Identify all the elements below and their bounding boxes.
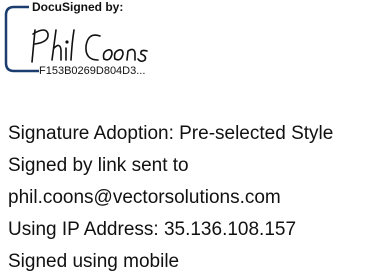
signature-adoption-line: Signature Adoption: Pre-selected Style: [8, 123, 334, 144]
docusigned-by-label: DocuSigned by:: [29, 1, 127, 14]
envelope-id: F153B0269D804D3...: [39, 65, 148, 78]
handwritten-signature: [31, 29, 148, 63]
signed-by-link-line: Signed by link sent to: [8, 155, 189, 176]
ip-address-line: Using IP Address: 35.136.108.157: [8, 219, 297, 240]
signature-details: Signature Adoption: Pre-selected Style S…: [8, 118, 374, 278]
docusign-signature-block: DocuSigned by: F153B0269D804D3...: [0, 0, 200, 82]
signed-using-line: Signed using mobile: [8, 251, 180, 272]
signer-email-line: phil.coons@vectorsolutions.com: [8, 187, 281, 208]
